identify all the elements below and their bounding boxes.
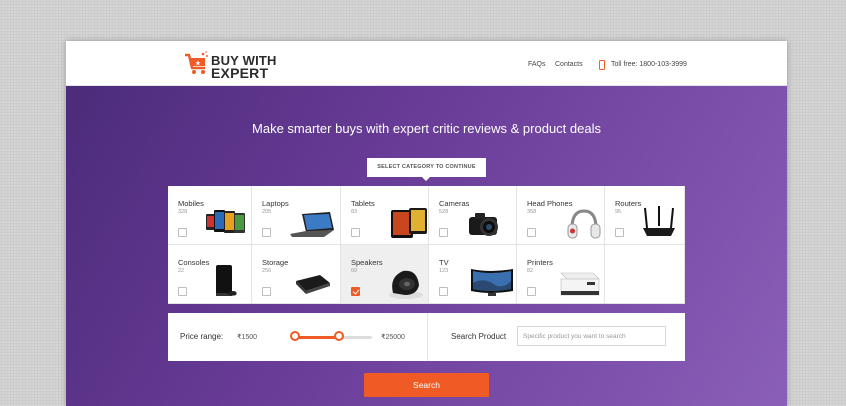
category-checkbox[interactable] <box>178 287 187 296</box>
camera-icon <box>469 213 498 236</box>
category-printers[interactable]: Printers 82 <box>517 245 605 304</box>
category-name: Storage <box>262 258 289 267</box>
category-name: Routers <box>615 199 642 208</box>
toll-free-info: Toll free: 1800-103-3999 <box>599 59 687 70</box>
price-max-handle[interactable] <box>334 331 344 341</box>
category-name: Speakers <box>351 258 383 267</box>
category-storage[interactable]: Storage 256 <box>252 245 341 304</box>
select-category-label: SELECT CATEGORY TO CONTINUE <box>367 158 486 181</box>
category-routers[interactable]: Routers 95 <box>605 186 685 245</box>
mobiles-icon <box>206 210 245 233</box>
filter-divider <box>427 313 428 361</box>
price-range-label: Price range: <box>180 332 224 341</box>
price-min-value: ₹1500 <box>237 334 258 341</box>
console-icon <box>216 265 237 296</box>
logo[interactable]: ★ BUY WITH EXPERT <box>184 50 294 81</box>
category-laptops[interactable]: Laptops 205 <box>252 186 341 245</box>
category-tv[interactable]: TV 123 <box>429 245 517 304</box>
phone-icon <box>599 59 605 70</box>
category-count: 256 <box>262 268 272 274</box>
category-consoles[interactable]: Consoles 22 <box>168 245 252 304</box>
toll-free-text: Toll free: 1800-103-3999 <box>611 61 687 68</box>
category-count: 358 <box>527 209 537 215</box>
category-grid: Mobiles 328 Laptops 205 Tablets 83 Camer… <box>168 186 685 304</box>
category-name: TV <box>439 258 449 267</box>
category-cameras[interactable]: Cameras 528 <box>429 186 517 245</box>
search-product-label: Search Product <box>451 332 507 341</box>
category-count: 328 <box>178 209 188 215</box>
category-name: Consoles <box>178 258 210 267</box>
category-name: Tablets <box>351 199 375 208</box>
headphones-icon <box>567 209 601 239</box>
category-headphones[interactable]: Head Phones 358 <box>517 186 605 245</box>
category-checkbox[interactable] <box>615 228 624 237</box>
category-checkbox-checked[interactable] <box>351 287 360 296</box>
category-name: Laptops <box>262 199 289 208</box>
category-checkbox[interactable] <box>262 228 271 237</box>
category-checkbox[interactable] <box>527 228 536 237</box>
hard-drive-icon <box>296 275 330 294</box>
filter-bar: Price range: ₹1500 ₹25000 Search Product <box>168 313 685 361</box>
category-count: 83 <box>351 209 358 215</box>
price-max-value: ₹25000 <box>381 334 405 341</box>
router-icon <box>643 206 675 236</box>
category-checkbox[interactable] <box>351 228 360 237</box>
category-checkbox[interactable] <box>262 287 271 296</box>
category-count: 123 <box>439 268 449 274</box>
category-tablets[interactable]: Tablets 83 <box>341 186 429 245</box>
top-bar: ★ BUY WITH EXPERT FAQs Contacts Toll fre… <box>66 41 787 86</box>
category-speakers[interactable]: Speakers 69 <box>341 245 429 304</box>
category-count: 528 <box>439 209 449 215</box>
logo-text-line2: EXPERT <box>211 65 269 81</box>
search-button[interactable]: Search <box>364 373 489 397</box>
printer-icon <box>560 272 600 296</box>
cart-logo-icon: ★ <box>185 51 208 74</box>
category-empty-cell <box>605 245 685 304</box>
category-count: 69 <box>351 268 358 274</box>
nav-contacts-link[interactable]: Contacts <box>555 61 583 68</box>
category-checkbox[interactable] <box>527 287 536 296</box>
category-name: Cameras <box>439 199 470 208</box>
category-mobiles[interactable]: Mobiles 328 <box>168 186 252 245</box>
category-name: Head Phones <box>527 199 573 208</box>
category-name: Printers <box>527 258 553 267</box>
laptop-icon <box>290 212 334 237</box>
svg-text:★: ★ <box>195 60 201 67</box>
speaker-icon <box>389 270 423 299</box>
price-min-handle[interactable] <box>290 331 300 341</box>
category-checkbox[interactable] <box>178 228 187 237</box>
category-count: 22 <box>178 268 185 274</box>
category-count: 95 <box>615 209 622 215</box>
category-checkbox[interactable] <box>439 287 448 296</box>
tv-icon <box>471 269 513 296</box>
nav-faqs-link[interactable]: FAQs <box>528 61 546 68</box>
category-name: Mobiles <box>178 199 204 208</box>
category-count: 205 <box>262 209 272 215</box>
category-checkbox[interactable] <box>439 228 448 237</box>
search-product-input[interactable] <box>517 326 666 346</box>
category-count: 82 <box>527 268 534 274</box>
website-frame: ★ BUY WITH EXPERT FAQs Contacts Toll fre… <box>66 41 787 406</box>
hero-title: Make smarter buys with expert critic rev… <box>252 121 601 136</box>
tablet-icon <box>391 208 427 238</box>
